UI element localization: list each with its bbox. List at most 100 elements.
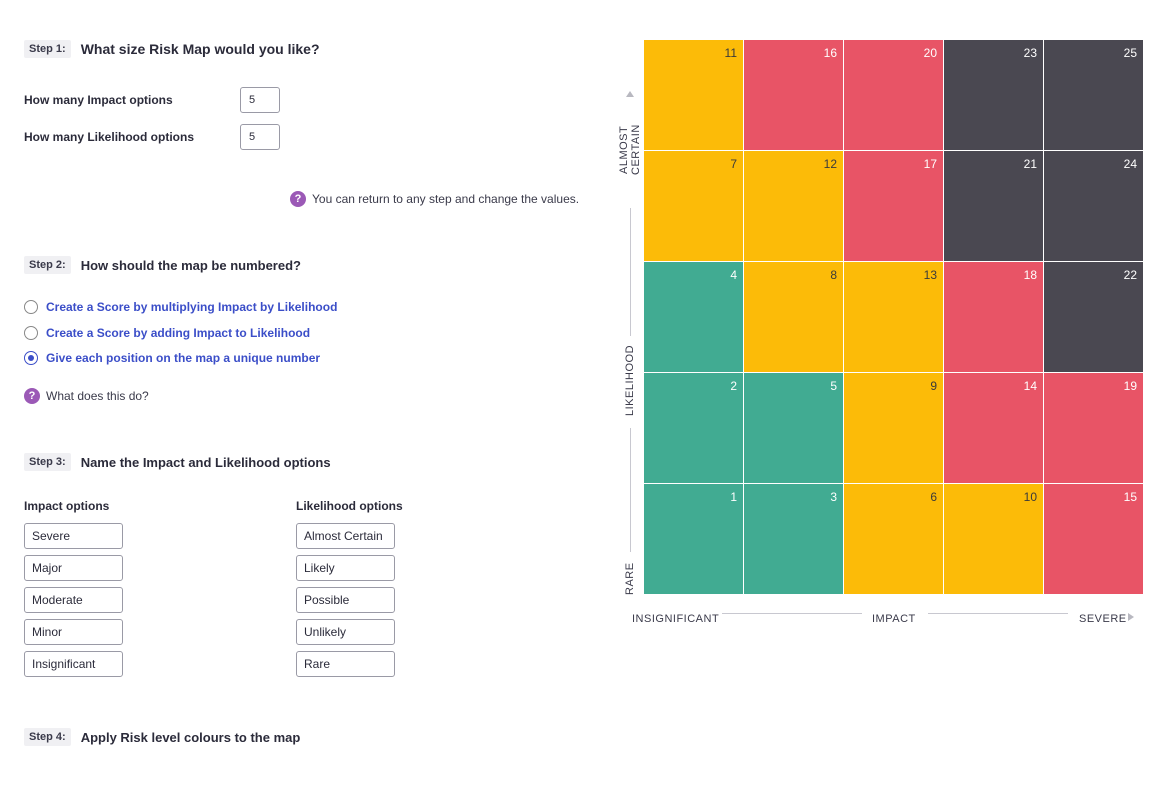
risk-map-cell[interactable]: 20 [844,40,944,151]
step2-title: How should the map be numbered? [80,257,301,273]
risk-map-cell[interactable]: 18 [944,262,1044,373]
risk-map-cell[interactable]: 4 [644,262,744,373]
risk-map-cell-number: 21 [1023,157,1037,171]
step2-help-text[interactable]: What does this do? [46,389,149,403]
risk-map-cell-number: 22 [1123,268,1137,282]
step1-title: What size Risk Map would you like? [80,41,320,57]
risk-map-cell-number: 15 [1123,490,1137,504]
risk-map-cell[interactable]: 3 [744,484,844,595]
risk-map-cell[interactable]: 22 [1044,262,1144,373]
risk-map-cell-number: 18 [1023,268,1037,282]
step1-header: Step 1: What size Risk Map would you lik… [24,40,320,58]
risk-map-cell[interactable]: 11 [644,40,744,151]
impact-option-input[interactable] [24,555,123,581]
risk-map-cell[interactable]: 19 [1044,373,1144,484]
radio-button[interactable] [24,300,38,314]
risk-map-cell[interactable]: 1 [644,484,744,595]
risk-map-cell-number: 17 [923,157,937,171]
impact-option-input[interactable] [24,651,123,677]
step1-badge: Step 1: [24,40,71,58]
risk-map-cell-number: 5 [830,379,837,393]
numbering-option-label[interactable]: Create a Score by multiplying Impact by … [46,300,337,314]
risk-map-cell-number: 11 [724,46,737,60]
risk-map-cell[interactable]: 16 [744,40,844,151]
likelihood-axis: ALMOST CERTAIN LIKELIHOOD RARE [618,40,642,597]
step2-badge: Step 2: [24,256,71,274]
risk-map-cell-number: 4 [730,268,737,282]
risk-map-cell-number: 25 [1123,46,1137,60]
axis-line [722,613,862,614]
likelihood-count-label: How many Likelihood options [24,130,195,144]
risk-map-cell[interactable]: 24 [1044,151,1144,262]
arrow-right-icon [1128,613,1134,621]
likelihood-option-input[interactable] [296,587,395,613]
risk-map-cell[interactable]: 5 [744,373,844,484]
likelihood-option-input[interactable] [296,651,395,677]
risk-map-cell[interactable]: 10 [944,484,1044,595]
step4-badge: Step 4: [24,728,71,746]
step2-help[interactable]: ? What does this do? [24,388,149,404]
risk-map-cell[interactable]: 9 [844,373,944,484]
risk-map-cell-number: 7 [730,157,737,171]
step4-header: Step 4: Apply Risk level colours to the … [24,728,300,746]
risk-map-cell-number: 3 [830,490,837,504]
numbering-option-label[interactable]: Create a Score by adding Impact to Likel… [46,326,310,340]
step1-help-text: You can return to any step and change th… [312,192,580,206]
likelihood-option-input[interactable] [296,619,395,645]
risk-map-cell-number: 1 [730,490,737,504]
risk-map-cell[interactable]: 2 [644,373,744,484]
risk-map-cell[interactable]: 13 [844,262,944,373]
risk-map-cell[interactable]: 17 [844,151,944,262]
radio-button[interactable] [24,326,38,340]
likelihood-option-input[interactable] [296,523,395,549]
risk-map-cell[interactable]: 8 [744,262,844,373]
numbering-option-multiply[interactable]: Create a Score by multiplying Impact by … [24,300,337,314]
radio-button-selected[interactable] [24,351,38,365]
likelihood-count-input[interactable] [240,124,280,150]
impact-axis: INSIGNIFICANT IMPACT SEVERE [630,610,1140,628]
risk-map-cell-number: 19 [1123,379,1137,393]
risk-map-cell[interactable]: 14 [944,373,1044,484]
step1-help[interactable]: ? You can return to any step and change … [290,191,579,207]
axis-line [928,613,1068,614]
risk-map-cell-number: 8 [830,268,837,282]
risk-map-cell[interactable]: 15 [1044,484,1144,595]
likelihood-option-input[interactable] [296,555,395,581]
likelihood-count-row: How many Likelihood options [24,124,280,150]
risk-map-cell-number: 10 [1023,490,1037,504]
help-icon[interactable]: ? [290,191,306,207]
risk-map-cell-number: 24 [1123,157,1137,171]
impact-option-input[interactable] [24,587,123,613]
risk-map-cell-number: 13 [923,268,937,282]
help-icon[interactable]: ? [24,388,40,404]
risk-map-cell[interactable]: 6 [844,484,944,595]
y-axis-title: LIKELIHOOD [624,344,636,416]
risk-map-cell[interactable]: 25 [1044,40,1144,151]
impact-option-input[interactable] [24,523,123,549]
risk-map-cell-number: 14 [1023,379,1037,393]
numbering-option-label[interactable]: Give each position on the map a unique n… [46,351,320,365]
impact-count-input[interactable] [240,87,280,113]
risk-map-cell-number: 6 [930,490,937,504]
risk-map-cell-number: 23 [1023,46,1037,60]
step3-title: Name the Impact and Likelihood options [80,454,331,470]
step3-header: Step 3: Name the Impact and Likelihood o… [24,453,331,471]
risk-map-cell-number: 2 [730,379,737,393]
risk-map-cell[interactable]: 7 [644,151,744,262]
impact-count-row: How many Impact options [24,87,280,113]
risk-map-cell[interactable]: 21 [944,151,1044,262]
likelihood-options-heading: Likelihood options [296,499,403,513]
numbering-option-unique[interactable]: Give each position on the map a unique n… [24,351,320,365]
impact-option-input[interactable] [24,619,123,645]
risk-map-cell[interactable]: 12 [744,151,844,262]
y-axis-top-label: ALMOST CERTAIN [618,124,642,176]
risk-map-cell[interactable]: 23 [944,40,1044,151]
x-axis-title: IMPACT [872,613,916,625]
axis-line [630,208,631,336]
step3-badge: Step 3: [24,453,71,471]
risk-map-cell-number: 12 [823,157,837,171]
numbering-option-add[interactable]: Create a Score by adding Impact to Likel… [24,326,310,340]
impact-options-heading: Impact options [24,499,110,513]
risk-map-cell-number: 9 [930,379,937,393]
step2-header: Step 2: How should the map be numbered? [24,256,301,274]
